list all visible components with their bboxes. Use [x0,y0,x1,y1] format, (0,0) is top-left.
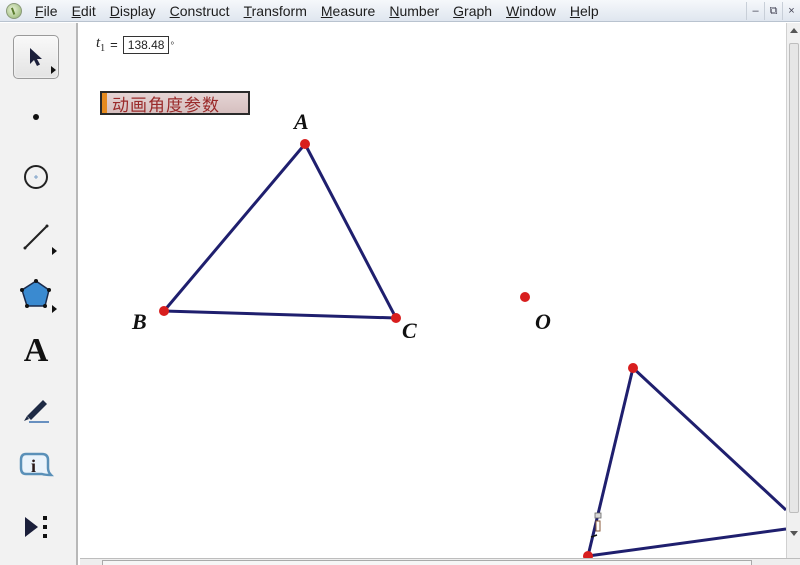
menu-measure[interactable]: Measure [314,3,382,19]
horizontal-scrollbar[interactable] [80,558,800,565]
menu-mnemonic: T [243,2,252,19]
menu-mnemonic: N [389,2,400,19]
point-O[interactable] [520,292,530,302]
menu-label-rest: umber [399,2,440,19]
menu-label-rest: elp [580,2,599,19]
selection-arrow-tool[interactable] [13,35,59,79]
menu-window[interactable]: Window [499,3,563,19]
menu-display[interactable]: Display [103,3,163,19]
point-B[interactable] [159,306,169,316]
vertical-scroll-thumb[interactable] [789,43,799,513]
text-a-icon: A [23,332,49,369]
label-O[interactable]: O [535,309,551,334]
minimize-button[interactable]: – [746,1,764,20]
custom-tools[interactable] [13,505,59,549]
information-tool[interactable]: i [13,445,59,489]
image-segment-AB[interactable] [586,367,635,557]
label-B[interactable]: B [131,309,147,334]
segment-AC[interactable] [303,143,398,319]
label-A[interactable]: A [292,109,309,134]
image-point-B[interactable] [583,551,593,558]
circle-icon [24,165,48,189]
text-tool[interactable]: A [13,329,59,373]
image-segment-AC[interactable] [631,366,786,512]
straightedge-tool[interactable] [13,215,59,259]
arrow-pointer-icon [30,48,42,66]
point-icon [33,114,39,120]
restore-button[interactable]: ⧉ [764,1,782,20]
menu-label-rest: indow [519,2,556,19]
menu-mnemonic: D [109,2,120,19]
line-segment-icon [23,224,49,250]
menu-file[interactable]: File [28,3,65,19]
toolbox: A i [0,23,78,565]
menu-edit[interactable]: Edit [65,3,103,19]
menu-mnemonic: M [320,2,333,19]
horizontal-scroll-thumb[interactable] [102,560,752,565]
segment-AB[interactable] [162,143,307,312]
submenu-indicator-icon [52,305,57,313]
label-C[interactable]: C [402,318,417,343]
menu-mnemonic: F [35,2,44,19]
menu-mnemonic: W [506,2,520,19]
marker-tool[interactable] [13,387,59,431]
compass-tool[interactable] [13,155,59,199]
app-icon[interactable] [6,2,22,19]
menu-label-rest: raph [464,2,493,19]
menu-number[interactable]: Number [382,3,446,19]
menu-label-rest: ile [43,2,58,19]
vertical-scrollbar[interactable] [786,23,800,558]
geometry-drawing: A B C O [131,109,786,558]
point-A[interactable] [300,139,310,149]
menu-graph[interactable]: Graph [446,3,499,19]
info-bubble-icon: i [19,452,54,477]
menu-bar: File Edit Display Construct Transform Measure… [0,0,800,22]
menu-mnemonic: C [169,2,180,19]
menu-label-rest: ransform [251,2,307,19]
menu-construct[interactable]: Construct [163,3,237,19]
marker-pen-icon [24,400,49,423]
image-segment-BC[interactable] [587,527,786,558]
submenu-indicator-icon [51,66,56,74]
polygon-tool[interactable] [13,273,59,317]
menu-mnemonic: H [569,2,581,19]
close-button[interactable]: × [782,1,800,20]
custom-tools-icon [25,516,47,538]
menu-label-rest: isplay [119,2,156,19]
menu-mnemonic: G [453,2,465,19]
sketch-canvas[interactable]: t1 = 138.48 ° 动画角度参数 A B C O [80,23,786,558]
scroll-up-icon[interactable] [790,28,798,33]
menu-transform[interactable]: Transform [237,3,314,19]
point-tool[interactable] [13,95,59,139]
image-point-A[interactable] [628,363,638,373]
point-C[interactable] [391,313,401,323]
segment-BC[interactable] [163,309,397,320]
scroll-down-icon[interactable] [790,531,798,536]
menu-help[interactable]: Help [563,3,606,19]
menu-mnemonic: E [71,2,81,19]
menu-label-rest: easure [332,2,376,19]
pentagon-icon [20,279,51,308]
menu-label-rest: dit [80,2,96,19]
info-i-glyph: i [31,456,36,476]
window-controls: – ⧉ × [746,0,800,21]
menu-label-rest: onstruct [179,2,230,19]
submenu-indicator-icon [52,247,57,255]
